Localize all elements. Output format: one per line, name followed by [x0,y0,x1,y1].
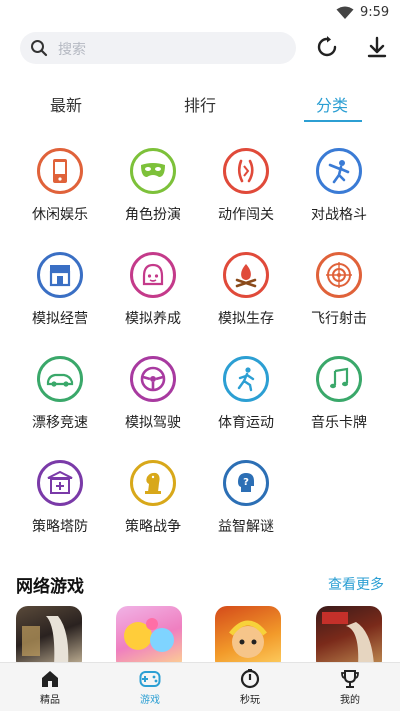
trophy-icon [341,670,359,688]
category-label: 休闲娱乐 [32,207,88,223]
category-tabs: 最新 排行 分类 [0,88,400,122]
category-action[interactable]: 动作闯关 [201,148,291,224]
search-icon [31,40,48,57]
category-driving-sim[interactable]: 模拟驾驶 [108,356,198,432]
bottom-nav: 精品 游戏 秒玩 我的 [0,662,400,711]
phone-icon [37,148,83,194]
nav-featured[interactable]: 精品 [20,669,80,706]
category-label: 模拟生存 [218,311,274,327]
category-label: 飞行射击 [311,311,367,327]
nav-label: 我的 [340,695,360,706]
puzzle-head-icon: ? [223,460,269,506]
tower-icon [37,460,83,506]
category-tower-defense[interactable]: 策略塔防 [15,460,105,536]
category-music-card[interactable]: 音乐卡牌 [294,356,384,432]
kick-icon [316,148,362,194]
category-label: 策略战争 [125,519,181,535]
category-raising-sim[interactable]: 模拟养成 [108,252,198,328]
category-strategy-war[interactable]: 策略战争 [108,460,198,536]
category-label: 漂移竞速 [32,415,88,431]
search-input[interactable]: 搜索 [20,32,296,64]
section-title: 网络游戏 [16,577,84,597]
nav-games[interactable]: 游戏 [120,669,180,706]
category-casual[interactable]: 休闲娱乐 [15,148,105,224]
category-label: 对战格斗 [311,207,367,223]
online-games-list [0,606,400,662]
chess-knight-icon [130,460,176,506]
nav-label: 游戏 [140,695,160,706]
game-thumbnail[interactable] [316,606,382,662]
steering-wheel-icon [130,356,176,402]
download-icon[interactable] [365,35,389,59]
category-label: 音乐卡牌 [311,415,367,431]
category-label: 模拟驾驶 [125,415,181,431]
category-puzzle[interactable]: ? 益智解谜 [201,460,291,536]
store-icon [37,252,83,298]
category-business-sim[interactable]: 模拟经营 [15,252,105,328]
category-racing[interactable]: 漂移竞速 [15,356,105,432]
gamepad-icon [139,671,161,687]
svg-text:?: ? [243,477,249,488]
category-fighting[interactable]: 对战格斗 [294,148,384,224]
fighter-icon [223,148,269,194]
tab-ranking[interactable]: 排行 [168,92,232,116]
status-bar: 9:59 [0,0,400,28]
category-label: 模拟经营 [32,311,88,327]
tab-latest[interactable]: 最新 [34,92,98,116]
status-time: 9:59 [360,5,390,20]
refresh-icon[interactable] [315,35,339,59]
nav-mine[interactable]: 我的 [320,669,380,706]
category-survival[interactable]: 模拟生存 [201,252,291,328]
search-row: 搜索 [0,30,400,68]
category-shooter[interactable]: 飞行射击 [294,252,384,328]
see-more-link[interactable]: 查看更多 [328,574,384,594]
music-note-icon [316,356,362,402]
mask-icon [130,148,176,194]
runner-icon [223,356,269,402]
game-thumbnail[interactable] [215,606,281,662]
nav-instant-play[interactable]: 秒玩 [220,669,280,706]
game-thumbnail[interactable] [116,606,182,662]
game-thumbnail[interactable] [16,606,82,662]
campfire-icon [223,252,269,298]
online-games-header: 网络游戏 查看更多 [0,572,400,598]
category-label: 体育运动 [218,415,274,431]
girl-icon [130,252,176,298]
nav-label: 秒玩 [240,695,260,706]
category-label: 益智解谜 [218,519,274,535]
wifi-icon [336,6,354,19]
category-rpg[interactable]: 角色扮演 [108,148,198,224]
category-label: 模拟养成 [125,311,181,327]
category-sports[interactable]: 体育运动 [201,356,291,432]
car-icon [37,356,83,402]
active-tab-indicator [304,120,362,122]
home-icon [42,671,58,687]
nav-label: 精品 [40,695,60,706]
target-icon [316,252,362,298]
tab-category[interactable]: 分类 [300,92,364,116]
stopwatch-icon [240,669,260,689]
search-placeholder: 搜索 [58,42,86,58]
category-label: 角色扮演 [125,207,181,223]
category-label: 策略塔防 [32,519,88,535]
category-label: 动作闯关 [218,207,274,223]
